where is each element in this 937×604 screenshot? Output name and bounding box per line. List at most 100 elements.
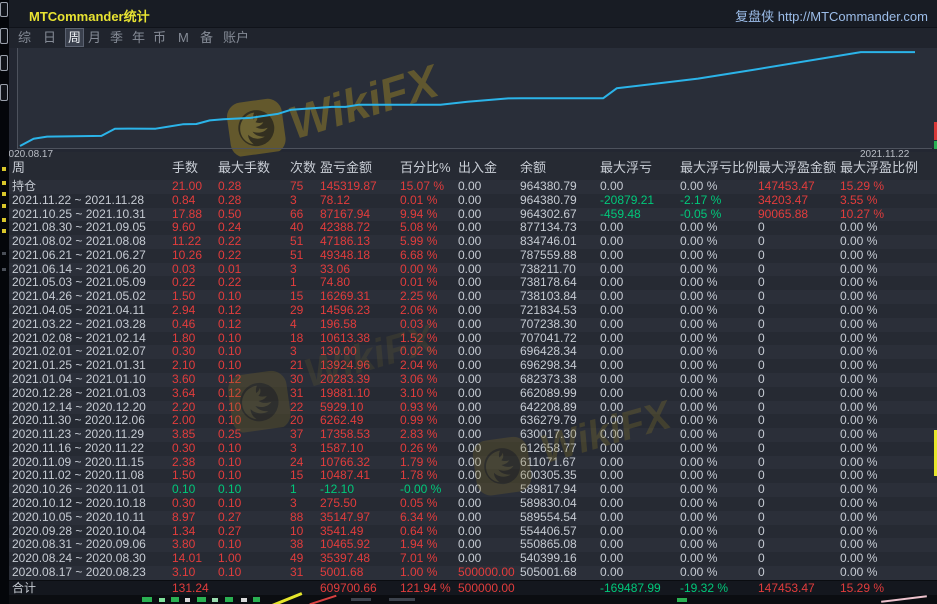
column-header-10[interactable]: 最大浮亏比例	[680, 157, 758, 179]
table-row[interactable]: 2021.03.22 ~ 2021.03.280.460.124196.580.…	[9, 318, 937, 332]
table-row[interactable]: 2021.02.08 ~ 2021.02.141.800.101810613.3…	[9, 332, 937, 346]
table-row[interactable]: 2020.12.28 ~ 2021.01.033.640.123119881.1…	[9, 387, 937, 401]
table-row[interactable]: 2020.09.28 ~ 2020.10.041.340.27103541.49…	[9, 525, 937, 539]
table-cell: 145319.87	[320, 180, 377, 194]
menu-item-7[interactable]: 币	[153, 29, 166, 46]
table-row[interactable]: 持仓21.000.2875145319.8715.07 %0.00964380.…	[9, 180, 937, 194]
menu-item-3[interactable]: 周	[65, 28, 84, 47]
table-cell: 2021.11.22 ~ 2021.11.28	[12, 194, 144, 208]
table-row[interactable]: 2020.08.24 ~ 2020.08.3014.011.004935397.…	[9, 552, 937, 566]
column-header-11[interactable]: 最大浮盈金额	[758, 157, 836, 179]
total-cell: 609700.66	[320, 581, 377, 596]
column-header-9[interactable]: 最大浮亏	[600, 157, 652, 179]
menu-item-1[interactable]: 综	[18, 29, 31, 46]
column-header-7[interactable]: 出入金	[458, 157, 497, 179]
table-row[interactable]: 2021.01.04 ~ 2021.01.103.600.123020283.3…	[9, 373, 937, 387]
table-cell: 0.22	[218, 249, 241, 263]
table-cell: 0.00 %	[680, 442, 717, 456]
menu-item-6[interactable]: 年	[132, 29, 145, 46]
table-cell: 0.00 %	[840, 318, 877, 332]
table-cell: 2.83 %	[400, 428, 437, 442]
table-cell: 0.00 %	[680, 387, 717, 401]
table-row[interactable]: 2020.11.09 ~ 2020.11.152.380.102410766.3…	[9, 456, 937, 470]
edge-button[interactable]	[0, 84, 8, 101]
column-header-2[interactable]: 手数	[172, 157, 198, 179]
column-header-12[interactable]: 最大浮盈比例	[840, 157, 918, 179]
table-cell: 0	[758, 318, 765, 332]
table-cell: 0.00	[458, 497, 481, 511]
table-cell: 29	[290, 304, 303, 318]
menu-item-2[interactable]: 日	[43, 29, 56, 46]
table-row[interactable]: 2020.11.30 ~ 2020.12.062.000.10206262.49…	[9, 414, 937, 428]
column-header-4[interactable]: 次数	[290, 157, 316, 179]
table-cell: 0.00	[458, 373, 481, 387]
vendor-link[interactable]: 复盘侠 http://MTCommander.com	[735, 6, 928, 25]
table-cell: 275.50	[320, 497, 357, 511]
table-row[interactable]: 2021.04.05 ~ 2021.04.112.940.122914596.2…	[9, 304, 937, 318]
table-row[interactable]: 2021.01.25 ~ 2021.01.312.100.102113924.9…	[9, 359, 937, 373]
table-row[interactable]: 2021.10.25 ~ 2021.10.3117.880.506687167.…	[9, 208, 937, 222]
table-cell: 0	[758, 235, 765, 249]
edge-button[interactable]	[0, 28, 8, 44]
table-cell: 0.00	[458, 235, 481, 249]
table-row[interactable]: 2021.02.01 ~ 2021.02.070.300.103130.000.…	[9, 345, 937, 359]
table-cell: 78.12	[320, 194, 350, 208]
background-window-artifacts	[9, 595, 937, 604]
column-header-5[interactable]: 盈亏金额	[320, 157, 372, 179]
table-cell: 0.00 %	[840, 428, 877, 442]
table-cell: 0.00 %	[680, 566, 717, 580]
table-row[interactable]: 2020.12.14 ~ 2020.12.202.200.10225929.10…	[9, 401, 937, 415]
chart-end-date: 2021.11.22	[860, 149, 909, 160]
table-row[interactable]: 2021.04.26 ~ 2021.05.021.500.101516269.3…	[9, 290, 937, 304]
table-cell: -12.10	[320, 483, 354, 497]
menu-item-4[interactable]: 月	[88, 29, 101, 46]
table-cell: 90065.88	[758, 208, 808, 222]
table-row[interactable]: 2020.11.23 ~ 2020.11.293.850.253717358.5…	[9, 428, 937, 442]
table-cell: 0.00 %	[840, 235, 877, 249]
menu-bar: 综日周月季年币M备账户	[9, 28, 937, 48]
table-row[interactable]: 2020.10.12 ~ 2020.10.180.300.103275.500.…	[9, 497, 937, 511]
table-row[interactable]: 2021.08.30 ~ 2021.09.059.600.244042388.7…	[9, 221, 937, 235]
table-row[interactable]: 2020.10.26 ~ 2020.11.010.100.101-12.10-0…	[9, 483, 937, 497]
chart-plot-background	[17, 48, 937, 148]
column-header-3[interactable]: 最大手数	[218, 157, 270, 179]
table-row[interactable]: 2021.06.14 ~ 2021.06.200.030.01333.060.0…	[9, 263, 937, 277]
table-row[interactable]: 2020.11.16 ~ 2020.11.220.300.1031587.100…	[9, 442, 937, 456]
table-header-row: 周 手数最大手数次数盈亏金额 百分比% 出入金 余额 最大浮亏 最大浮亏比例最大浮盈金额最大…	[9, 157, 937, 179]
table-cell: 0.00 %	[840, 566, 877, 580]
menu-item-10[interactable]: 账户	[223, 29, 249, 46]
table-row[interactable]: 2021.08.02 ~ 2021.08.0811.220.225147186.…	[9, 235, 937, 249]
table-cell: 2.10	[172, 359, 195, 373]
table-row[interactable]: 2020.10.05 ~ 2020.10.118.970.278835147.9…	[9, 511, 937, 525]
table-cell: 2.06 %	[400, 304, 437, 318]
menu-item-8[interactable]: M	[178, 29, 189, 46]
table-cell: 31	[290, 387, 303, 401]
table-cell: 0	[758, 359, 765, 373]
table-cell: 0.28	[218, 194, 241, 208]
menu-item-9[interactable]: 备	[200, 29, 213, 46]
table-row[interactable]: 2021.05.03 ~ 2021.05.090.220.22174.800.0…	[9, 276, 937, 290]
column-header-6[interactable]: 百分比%	[400, 157, 451, 179]
column-header-8[interactable]: 余额	[520, 157, 546, 179]
edge-button[interactable]	[0, 55, 8, 71]
table-row[interactable]: 2020.11.02 ~ 2020.11.081.500.101510487.4…	[9, 469, 937, 483]
table-cell: 0.00 %	[680, 511, 717, 525]
edge-button[interactable]	[0, 2, 8, 17]
table-row[interactable]: 2021.11.22 ~ 2021.11.280.840.28378.120.0…	[9, 194, 937, 208]
table-cell: 0.00	[600, 235, 623, 249]
table-cell: 0.00 %	[680, 180, 717, 194]
mtcommander-stats-window: MTCommander统计 复盘侠 http://MTCommander.com…	[0, 0, 937, 604]
column-header-1[interactable]: 周	[12, 157, 25, 179]
table-cell: 0	[758, 304, 765, 318]
table-cell: 2021.06.21 ~ 2021.06.27	[12, 249, 146, 263]
table-row[interactable]: 2020.08.31 ~ 2020.09.063.800.103810465.9…	[9, 538, 937, 552]
menu-item-5[interactable]: 季	[110, 29, 123, 46]
table-cell: 682373.38	[520, 373, 577, 387]
table-cell: 0.00 %	[680, 304, 717, 318]
total-cell: 147453.47	[758, 581, 815, 596]
table-row[interactable]: 2021.06.21 ~ 2021.06.2710.260.225149348.…	[9, 249, 937, 263]
table-row[interactable]: 2020.08.17 ~ 2020.08.233.100.10315001.68…	[9, 566, 937, 580]
table-cell: 0.00	[600, 318, 623, 332]
table-cell: 2.94	[172, 304, 195, 318]
table-cell: 0.00	[600, 359, 623, 373]
